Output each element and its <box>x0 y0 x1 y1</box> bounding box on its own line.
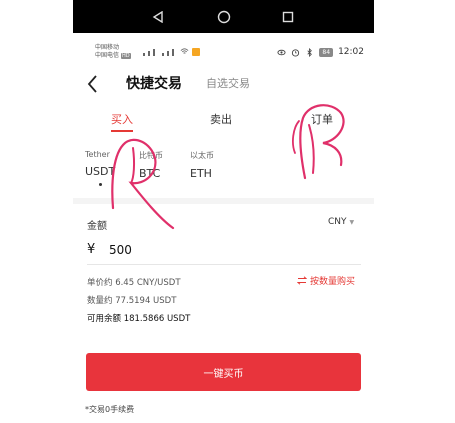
wifi-icon <box>180 48 189 54</box>
carrier-2: 中国电信 <box>95 51 120 59</box>
swap-arrows-icon <box>297 276 307 285</box>
amount-input[interactable] <box>109 243 309 257</box>
buy-by-quantity-label: 按数量购买 <box>310 277 356 287</box>
coin-symbol: ETH <box>190 167 212 180</box>
nav-home-button[interactable] <box>209 0 239 33</box>
yen-symbol: ¥ <box>87 242 96 257</box>
status-right: 84 12:02 <box>277 47 364 57</box>
quantity-text: 数量约 77.5194 USDT <box>87 296 177 306</box>
square-recents-icon <box>282 11 294 22</box>
one-click-buy-button[interactable]: 一键买币 <box>86 353 361 391</box>
triangle-back-icon <box>152 10 163 23</box>
tab-custom-trade[interactable]: 自选交易 <box>206 75 250 91</box>
currency-select[interactable]: CNY ▼ <box>328 217 354 227</box>
carrier-1: 中国移动 <box>95 44 120 51</box>
coin-symbol: BTC <box>139 167 161 180</box>
page-title: 快捷交易 <box>126 76 182 92</box>
trade-tabs: 买入 卖出 订单 <box>73 111 374 139</box>
amount-field: ¥ <box>87 238 361 265</box>
chevron-left-icon[interactable] <box>85 73 101 95</box>
tab-buy[interactable]: 买入 <box>111 111 133 127</box>
android-navigation-bar <box>73 0 374 33</box>
buy-by-quantity-link[interactable]: 按数量购买 <box>297 274 355 287</box>
nav-back-button[interactable] <box>143 0 173 33</box>
section-divider <box>73 198 374 204</box>
selected-coin-indicator <box>99 183 102 186</box>
circle-home-icon <box>217 10 231 23</box>
app-header: 快捷交易 自选交易 <box>73 69 374 99</box>
tab-sell[interactable]: 卖出 <box>210 111 232 127</box>
coin-option-usdt[interactable]: Tether USDT <box>85 150 115 178</box>
signal-bar-icon <box>167 51 169 56</box>
caret-down-icon: ▼ <box>349 219 355 226</box>
active-tab-indicator <box>111 130 133 132</box>
signal-bar-icon <box>162 53 164 56</box>
notification-badge-icon <box>192 48 200 56</box>
unit-price-text: 单价约 6.45 CNY/USDT <box>87 278 181 288</box>
clock: 12:02 <box>338 47 364 57</box>
coin-option-eth[interactable]: 以太币 ETH <box>190 150 214 180</box>
hd-badge: HD <box>120 52 131 59</box>
battery-icon: 84 <box>319 47 334 57</box>
buy-button-label: 一键买币 <box>203 368 244 380</box>
coin-name: 以太币 <box>190 151 214 160</box>
tab-orders[interactable]: 订单 <box>311 111 333 127</box>
signal-bar-icon <box>172 49 174 56</box>
carrier-info: 中国移动 中国电信 HD <box>95 44 131 59</box>
bluetooth-icon <box>307 47 313 57</box>
available-balance-text: 可用余额 181.5866 USDT <box>87 314 191 324</box>
signal-bar-icon <box>143 53 145 56</box>
nav-recents-button[interactable] <box>273 0 303 33</box>
signal-bar-icon <box>153 49 155 56</box>
signal-bar-icon <box>148 51 150 56</box>
amount-label: 金额 <box>87 221 107 232</box>
fee-note: *交易0手续费 <box>85 405 135 414</box>
phone-screen: 中国移动 中国电信 HD 84 12:02 快捷交易 自选交易 买入 卖出 订单 <box>73 33 374 423</box>
status-bar: 中国移动 中国电信 HD 84 12:02 <box>73 33 374 69</box>
coin-name: 比特币 <box>139 151 163 160</box>
eye-icon <box>277 49 286 55</box>
coin-option-btc[interactable]: 比特币 BTC <box>139 150 163 180</box>
coin-name: Tether <box>85 150 110 159</box>
signal-icons <box>143 47 200 56</box>
coin-symbol: USDT <box>85 165 116 178</box>
alarm-icon <box>292 48 300 57</box>
currency-value: CNY <box>328 217 347 227</box>
